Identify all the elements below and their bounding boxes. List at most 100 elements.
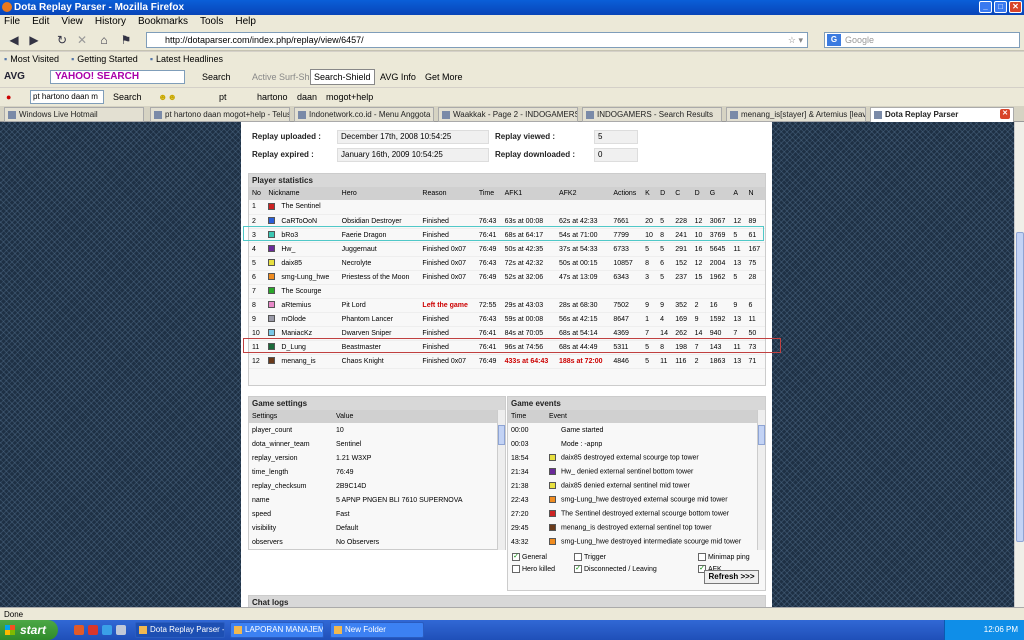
replay-expired-value: January 16th, 2009 10:54:25 [337,148,489,162]
close-window-button[interactable]: ✕ [1009,1,1022,13]
toolbar-item-mogot[interactable]: mogot+help [326,88,373,106]
bookmark-getting-started[interactable]: Getting Started [71,52,138,67]
player-d: 5 [657,214,673,229]
tab-label: menang_is[stayer] & Artemius [leav... [741,110,866,119]
event-row: 43:32 smg-Lung_hwe destroyed intermediate… [508,535,765,549]
checkbox-icon[interactable] [574,553,582,562]
player-no: 7 [249,284,266,299]
tab-telus[interactable]: pt hartono daan mogot+help - Telus... [150,107,290,122]
page-scrollbar[interactable] [1014,122,1024,607]
checkbox-icon[interactable] [698,553,706,562]
search-shield-button[interactable]: Search-Shield [310,69,375,85]
minimize-button[interactable]: _ [979,1,992,13]
yahoo-search-input[interactable]: YAHOO! SEARCH [50,70,185,84]
player-actions: 5311 [610,340,643,355]
taskbar-new-folder-window[interactable]: New Folder [330,622,424,638]
player-a: 9 [730,298,746,313]
address-bar[interactable]: http://dotaparser.com/index.php/replay/v… [146,32,808,48]
player-c: 169 [672,312,692,327]
player-k: 5 [642,354,658,369]
menu-view[interactable]: View [61,15,83,29]
refresh-button[interactable]: Refresh >>> [704,570,759,584]
quicklaunch-firefox-icon[interactable] [74,625,84,635]
player-nickname: menang_is [281,357,316,365]
chat-logs-panel: Chat logs [248,595,766,607]
filter-checkbox-disconnected-leaving[interactable]: ✓ Disconnected / Leaving [574,565,657,574]
filter-checkbox-minimap-ping[interactable]: Minimap ping [698,553,750,562]
toolbar-logo-icon[interactable]: ● [6,88,11,106]
event-color-swatch [549,510,556,518]
smiley-icon[interactable]: ☻☻ [158,88,177,106]
menu-help[interactable]: Help [235,15,256,29]
window-title: Dota Replay Parser - Mozilla Firefox [14,2,185,13]
search-box[interactable]: G Google [824,32,1020,48]
toolbar-item-pt[interactable]: pt [219,88,227,106]
toolbar-item-daan[interactable]: daan [297,88,317,106]
player-afk2: 37s at 54:33 [555,242,611,257]
stop-icon[interactable]: ✕ [74,32,90,48]
avg-search-button[interactable]: Search [202,67,231,87]
tab-hotmail[interactable]: Windows Live Hotmail [4,107,144,122]
filter-label: General [522,554,547,561]
player-no: 9 [249,312,266,327]
event-text: Game started [561,426,604,434]
player-afk2: 47s at 13:09 [555,270,611,285]
player-d: 9 [657,298,673,313]
filter-checkbox-trigger[interactable]: Trigger [574,553,606,562]
tab-menang-is[interactable]: menang_is[stayer] & Artemius [leav... [726,107,866,122]
player-time: 76:49 [475,242,502,257]
toolbar-item-hartono[interactable]: hartono [257,88,288,106]
tab-indogamers-page2[interactable]: Waakkak - Page 2 - INDOGAMERS [438,107,578,122]
taskbar-firefox-window[interactable]: Dota Replay Parser - ... [135,622,225,638]
player-d: 8 [657,340,673,355]
checkbox-icon[interactable] [512,565,520,574]
settings-scroll-thumb[interactable] [498,425,505,445]
events-scrollbar[interactable] [757,410,765,550]
menu-tools[interactable]: Tools [200,15,223,29]
player-afk1: 68s at 64:17 [501,228,556,243]
quicklaunch-opera-icon[interactable] [88,625,98,635]
back-icon[interactable]: ◀ [4,32,24,48]
window-titlebar[interactable]: Dota Replay Parser - Mozilla Firefox _ □… [0,0,1024,15]
time-header: Time [508,410,546,423]
bookmark-feed-icon[interactable]: ⚑ [118,32,134,48]
get-more-button[interactable]: Get More [425,67,463,87]
avg-logo[interactable]: AVG [4,67,25,87]
menu-file[interactable]: File [4,15,20,29]
maximize-button[interactable]: □ [994,1,1007,13]
player-g [706,200,731,215]
player-reason: Finished [419,340,476,355]
tab-dota-replay-parser[interactable]: Dota Replay Parser ✕ [870,107,1014,122]
menu-bookmarks[interactable]: Bookmarks [138,15,188,29]
avg-info-button[interactable]: AVG Info [380,67,416,87]
bookmark-latest-headlines[interactable]: Latest Headlines [150,52,223,67]
player-d: 4 [657,312,673,327]
menu-edit[interactable]: Edit [32,15,49,29]
tab-indogamers-search[interactable]: INDOGAMERS - Search Results [582,107,722,122]
close-tab-icon[interactable]: ✕ [1000,109,1010,119]
quicklaunch-ie-icon[interactable] [102,625,112,635]
taskbar-laporan-window[interactable]: LAPORAN MANAJEME... [230,622,324,638]
player-time: 76:41 [475,326,502,341]
replay-page: Replay uploaded : December 17th, 2008 10… [241,122,781,607]
player-statistics-panel: Player statistics No Nickname Hero Reason Ti… [243,173,781,386]
reload-icon[interactable]: ↻ [54,32,70,48]
start-button[interactable]: start [0,620,58,640]
checkbox-icon[interactable]: ✓ [574,565,582,574]
events-scroll-thumb[interactable] [758,425,765,445]
toolbar-search-input[interactable]: pt hartono daan m [30,90,104,104]
menu-history[interactable]: History [95,15,126,29]
tab-indonetwork[interactable]: Indonetwork.co.id - Menu Anggota ... [294,107,434,122]
settings-scrollbar[interactable] [497,410,505,550]
page-scroll-thumb[interactable] [1016,232,1024,542]
toolbar-search-button[interactable]: Search [113,88,142,106]
bookmark-star-icon[interactable]: ☆ ▾ [788,33,803,47]
forward-icon[interactable]: ▶ [24,32,44,48]
quicklaunch-desktop-icon[interactable] [116,625,126,635]
home-icon[interactable]: ⌂ [96,32,112,48]
filter-checkbox-hero-killed[interactable]: Hero killed [512,565,555,574]
event-text: daix85 destroyed external scourge top to… [561,454,699,462]
checkbox-icon[interactable]: ✓ [512,553,520,562]
filter-checkbox-general[interactable]: ✓ General [512,553,547,562]
bookmark-most-visited[interactable]: Most Visited [4,52,59,67]
